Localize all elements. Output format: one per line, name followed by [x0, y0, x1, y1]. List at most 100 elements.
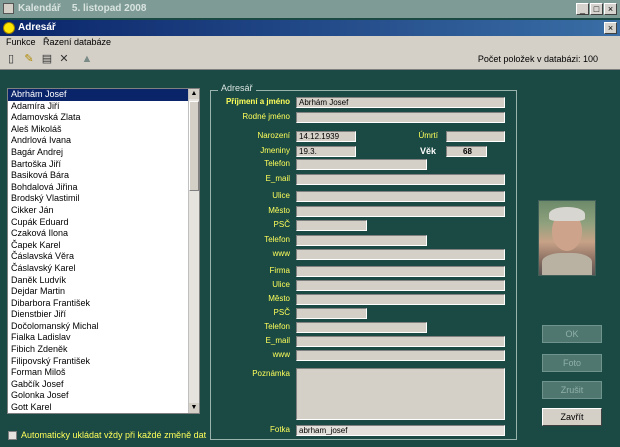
company-zip-field[interactable] — [296, 308, 367, 319]
list-item[interactable]: Cikker Ján — [8, 205, 194, 217]
name-field[interactable]: Abrhám Josef — [296, 97, 505, 108]
list-item[interactable]: Dibarbora František — [8, 298, 194, 310]
company-zip-label: PSČ — [273, 308, 290, 317]
record-count: Počet položek v databázi: 100 — [477, 54, 598, 64]
zip-label: PSČ — [273, 220, 290, 229]
list-item[interactable]: Golonka Josef — [8, 390, 194, 402]
contact-list[interactable]: Abrhám Josef Adamíra Jiří Adamovská Zlata A… — [7, 88, 200, 414]
autosave-label: Automaticky ukládat vždy při každé změně… — [21, 430, 207, 440]
phone2-label: Telefon — [264, 235, 290, 244]
photo-hair — [549, 207, 585, 221]
birth-name-label: Rodné jméno — [242, 112, 290, 121]
list-item[interactable]: Čáslavský Karel — [8, 263, 194, 275]
scroll-up-icon[interactable]: ▲ — [189, 89, 199, 99]
company-street-field[interactable] — [296, 280, 505, 291]
note-label: Poznámka — [252, 369, 290, 378]
smiley-icon — [3, 22, 15, 34]
list-item[interactable]: Dienstbier Jiří — [8, 309, 194, 321]
nameday-label: Jmeniny — [260, 146, 290, 155]
company-field[interactable] — [296, 266, 505, 277]
edit-pencil-icon[interactable]: ✎ — [22, 52, 36, 66]
foto-button[interactable]: Foto — [542, 354, 602, 372]
list-item[interactable]: Adamíra Jiří — [8, 101, 194, 113]
list-item[interactable]: Čáslavská Věra — [8, 251, 194, 263]
list-item[interactable]: Aleš Mikoláš — [8, 124, 194, 136]
age-field: 68 — [446, 146, 487, 157]
company-email-label: E_mail — [265, 336, 290, 345]
company-street-label: Ulice — [272, 280, 290, 289]
menu-razeni[interactable]: Řazení databáze — [41, 37, 113, 49]
cancel-button[interactable]: Zrušit — [542, 381, 602, 399]
list-item[interactable]: Gott Karel — [8, 402, 194, 413]
city-field[interactable] — [296, 206, 505, 217]
outer-title-bar: Kalendář 5. listopad 2008 _ □ × — [0, 0, 620, 18]
photo-label: Fotka — [269, 425, 290, 434]
contact-photo — [538, 200, 596, 276]
list-item[interactable]: Filipovský František — [8, 356, 194, 368]
street-field[interactable] — [296, 191, 505, 202]
phone-field[interactable] — [296, 159, 427, 170]
toolbar: ▯ ✎ ▤ ✕ ▲ Počet položek v databázi: 100 — [0, 50, 620, 70]
phone-label: Telefon — [264, 159, 290, 168]
list-item[interactable]: Čapek Karel — [8, 240, 194, 252]
list-item[interactable]: Bagár Andrej — [8, 147, 194, 159]
inner-window-title: Adresář — [18, 22, 56, 33]
photo-body — [542, 253, 592, 275]
died-label: Úmrtí — [418, 131, 438, 140]
birth-name-field[interactable] — [296, 112, 505, 123]
list-item[interactable]: Andrlová Ivana — [8, 135, 194, 147]
menu-funkce[interactable]: Funkce — [4, 37, 38, 49]
list-item[interactable]: Bartoška Jiří — [8, 159, 194, 171]
inner-close-icon[interactable]: × — [604, 22, 617, 34]
new-file-icon[interactable]: ▯ — [4, 52, 18, 66]
print-icon[interactable]: ▤ — [40, 52, 54, 66]
company-www-field[interactable] — [296, 350, 505, 361]
phone2-field[interactable] — [296, 235, 427, 246]
close-icon[interactable]: × — [604, 3, 617, 15]
list-item[interactable]: Forman Miloš — [8, 367, 194, 379]
list-item[interactable]: Gabčík Josef — [8, 379, 194, 391]
list-item[interactable]: Daněk Ludvík — [8, 275, 194, 287]
list-item[interactable]: Adamovská Zlata — [8, 112, 194, 124]
company-label: Firma — [269, 266, 290, 275]
nameday-field[interactable]: 19.3. — [296, 146, 356, 157]
note-field[interactable] — [296, 368, 505, 420]
photo-filename-field[interactable]: abrham_josef — [296, 425, 505, 436]
company-phone-field[interactable] — [296, 322, 427, 333]
email-label: E_mail — [265, 174, 290, 183]
close-button[interactable]: Zavřít — [542, 408, 602, 426]
autosave-checkbox[interactable] — [8, 431, 17, 440]
scroll-thumb[interactable] — [189, 101, 199, 191]
list-item[interactable]: Dejdar Martin — [8, 286, 194, 298]
lock-icon[interactable]: ▲ — [80, 52, 94, 66]
outer-window-title: Kalendář 5. listopad 2008 — [18, 3, 147, 14]
list-item[interactable]: Basiková Bára — [8, 170, 194, 182]
list-item[interactable]: Cupák Eduard — [8, 217, 194, 229]
company-www-label: www — [272, 350, 290, 359]
list-item[interactable]: Dočolomanský Michal — [8, 321, 194, 333]
company-email-field[interactable] — [296, 336, 505, 347]
company-phone-label: Telefon — [264, 322, 290, 331]
ok-button[interactable]: OK — [542, 325, 602, 343]
email-field[interactable] — [296, 174, 505, 185]
company-city-label: Město — [268, 294, 290, 303]
list-item[interactable]: Abrhám Josef — [8, 89, 194, 101]
list-item[interactable]: Brodský Vlastimil — [8, 193, 194, 205]
scroll-down-icon[interactable]: ▼ — [189, 403, 199, 413]
frame-legend: Adresář — [218, 83, 256, 93]
list-item[interactable]: Czaková Ilona — [8, 228, 194, 240]
www-field[interactable] — [296, 249, 505, 260]
died-field[interactable] — [446, 131, 505, 142]
born-field[interactable]: 14.12.1939 — [296, 131, 356, 142]
minimize-icon[interactable]: _ — [576, 3, 589, 15]
company-city-field[interactable] — [296, 294, 505, 305]
zip-field[interactable] — [296, 220, 367, 231]
street-label: Ulice — [272, 191, 290, 200]
list-item[interactable]: Fialka Ladislav — [8, 332, 194, 344]
delete-icon[interactable]: ✕ — [57, 52, 71, 66]
list-item[interactable]: Bohdalová Jiřina — [8, 182, 194, 194]
list-scrollbar[interactable]: ▲ ▼ — [188, 89, 199, 413]
list-item[interactable]: Fibich Zdeněk — [8, 344, 194, 356]
maximize-icon[interactable]: □ — [590, 3, 603, 15]
www-label: www — [272, 249, 290, 258]
